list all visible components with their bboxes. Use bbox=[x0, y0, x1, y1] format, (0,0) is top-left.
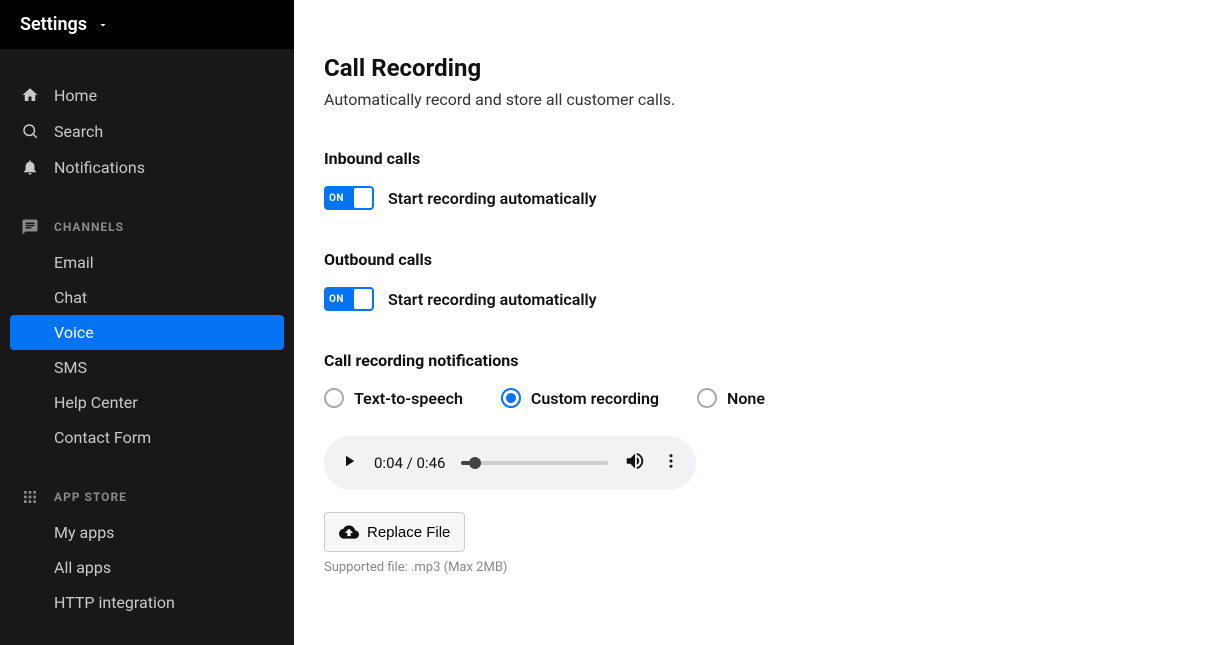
sidebar-title: Settings bbox=[20, 14, 87, 35]
radio-circle bbox=[501, 388, 521, 408]
more-vertical-icon bbox=[662, 452, 680, 470]
sidebar-item-label: SMS bbox=[54, 358, 87, 377]
inbound-toggle[interactable]: ON bbox=[324, 186, 374, 210]
sidebar-item-label: HTTP integration bbox=[54, 593, 175, 612]
notification-radio-group: Text-to-speech Custom recording None bbox=[324, 388, 1210, 408]
sidebar-body: Home Search Notifications CHANNELS bbox=[0, 49, 294, 620]
volume-icon bbox=[624, 450, 646, 472]
replace-file-label: Replace File bbox=[367, 524, 450, 541]
sidebar: Settings Home Search Notifications bbox=[0, 0, 294, 645]
sidebar-item-label: All apps bbox=[54, 558, 111, 577]
audio-thumb bbox=[469, 457, 481, 469]
radio-circle bbox=[324, 388, 344, 408]
chat-icon bbox=[20, 217, 40, 237]
sidebar-item-contact-form[interactable]: Contact Form bbox=[0, 420, 294, 455]
sidebar-item-voice[interactable]: Voice bbox=[10, 315, 284, 350]
toggle-knob bbox=[354, 289, 372, 309]
settings-dropdown[interactable]: Settings bbox=[0, 0, 294, 49]
supported-file-text: Supported file: .mp3 (Max 2MB) bbox=[324, 560, 1210, 575]
upload-cloud-icon bbox=[339, 522, 359, 542]
sidebar-item-label: Home bbox=[54, 86, 97, 105]
sidebar-item-notifications[interactable]: Notifications bbox=[0, 149, 294, 185]
inbound-label: Inbound calls bbox=[324, 149, 1210, 168]
radio-custom-recording[interactable]: Custom recording bbox=[501, 388, 659, 408]
outbound-toggle-text: Start recording automatically bbox=[388, 290, 597, 309]
play-button[interactable] bbox=[340, 452, 358, 474]
sidebar-item-help-center[interactable]: Help Center bbox=[0, 385, 294, 420]
toggle-knob bbox=[354, 188, 372, 208]
audio-seek-bar[interactable] bbox=[461, 461, 608, 465]
radio-label: Custom recording bbox=[531, 389, 659, 408]
audio-player: 0:04 / 0:46 bbox=[324, 436, 696, 490]
outbound-label: Outbound calls bbox=[324, 250, 1210, 269]
sidebar-item-my-apps[interactable]: My apps bbox=[0, 515, 294, 550]
sidebar-item-all-apps[interactable]: All apps bbox=[0, 550, 294, 585]
audio-more-button[interactable] bbox=[662, 452, 680, 474]
grid-icon bbox=[20, 487, 40, 507]
volume-button[interactable] bbox=[624, 450, 646, 476]
inbound-toggle-text: Start recording automatically bbox=[388, 189, 597, 208]
notifications-section: Call recording notifications Text-to-spe… bbox=[324, 351, 1210, 575]
sidebar-item-home[interactable]: Home bbox=[0, 77, 294, 113]
toggle-on-label: ON bbox=[329, 193, 344, 204]
sidebar-item-label: Chat bbox=[54, 288, 87, 307]
play-icon bbox=[340, 452, 358, 470]
main-content: Call Recording Automatically record and … bbox=[294, 0, 1210, 645]
sidebar-item-label: Help Center bbox=[54, 393, 138, 412]
radio-circle bbox=[697, 388, 717, 408]
search-icon bbox=[20, 121, 40, 141]
sidebar-section-channels: CHANNELS bbox=[0, 209, 294, 245]
sidebar-item-label: Notifications bbox=[54, 158, 145, 177]
bell-icon bbox=[20, 157, 40, 177]
inbound-section: Inbound calls ON Start recording automat… bbox=[324, 149, 1210, 210]
sidebar-item-label: Email bbox=[54, 253, 94, 272]
section-header-label: CHANNELS bbox=[54, 220, 124, 234]
radio-label: None bbox=[727, 389, 765, 408]
sidebar-item-label: Voice bbox=[54, 323, 94, 342]
radio-text-to-speech[interactable]: Text-to-speech bbox=[324, 388, 463, 408]
toggle-on-label: ON bbox=[329, 294, 344, 305]
sidebar-item-http-integration[interactable]: HTTP integration bbox=[0, 585, 294, 620]
caret-down-icon bbox=[97, 19, 109, 31]
section-header-label: APP STORE bbox=[54, 490, 127, 504]
radio-label: Text-to-speech bbox=[354, 389, 463, 408]
outbound-section: Outbound calls ON Start recording automa… bbox=[324, 250, 1210, 311]
audio-time: 0:04 / 0:46 bbox=[374, 454, 445, 472]
sidebar-item-label: Contact Form bbox=[54, 428, 151, 447]
notifications-label: Call recording notifications bbox=[324, 351, 1210, 370]
page-subtitle: Automatically record and store all custo… bbox=[324, 90, 1210, 109]
sidebar-item-search[interactable]: Search bbox=[0, 113, 294, 149]
radio-none[interactable]: None bbox=[697, 388, 765, 408]
sidebar-item-sms[interactable]: SMS bbox=[0, 350, 294, 385]
replace-file-button[interactable]: Replace File bbox=[324, 512, 465, 552]
sidebar-item-label: Search bbox=[54, 122, 103, 141]
outbound-toggle[interactable]: ON bbox=[324, 287, 374, 311]
annotation-arrow bbox=[294, 332, 304, 402]
sidebar-item-email[interactable]: Email bbox=[0, 245, 294, 280]
home-icon bbox=[20, 85, 40, 105]
sidebar-item-chat[interactable]: Chat bbox=[0, 280, 294, 315]
sidebar-section-app-store: APP STORE bbox=[0, 479, 294, 515]
page-title: Call Recording bbox=[324, 54, 1210, 82]
sidebar-item-label: My apps bbox=[54, 523, 114, 542]
